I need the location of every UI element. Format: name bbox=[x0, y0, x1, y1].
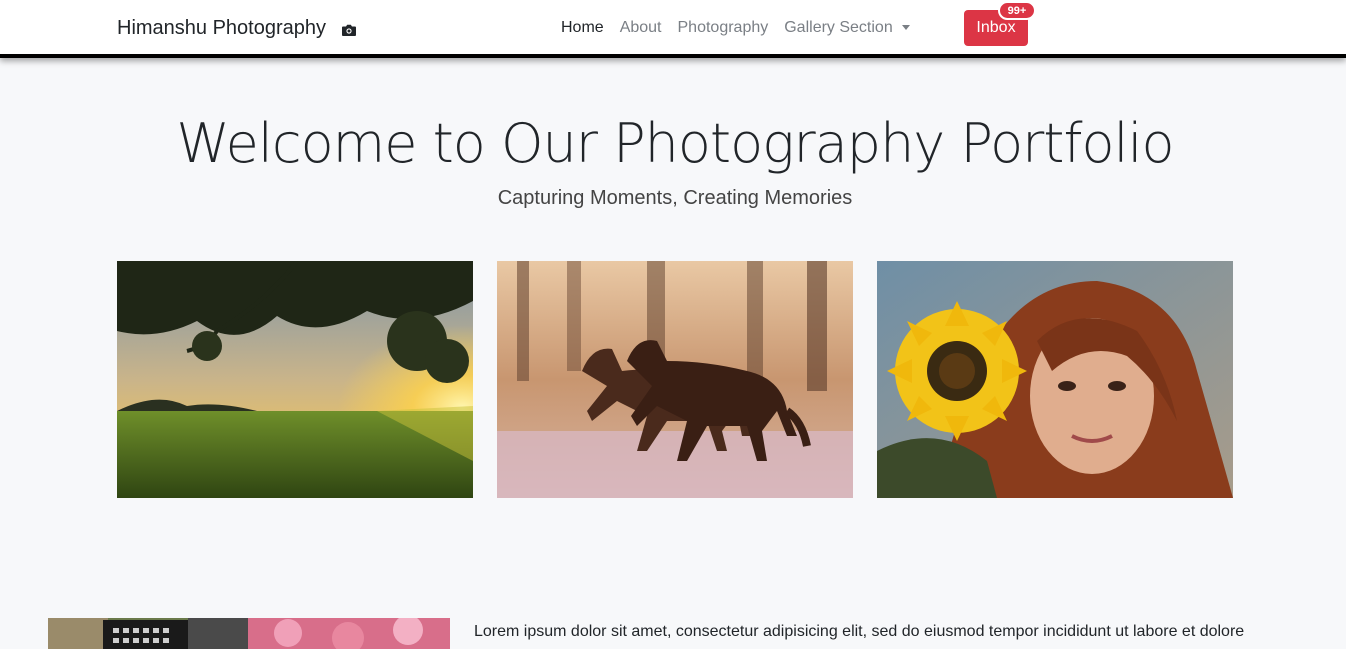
navbar: Himanshu Photography Home About Photogra… bbox=[0, 0, 1346, 58]
sunset-field-image bbox=[117, 261, 473, 498]
gallery-photo-sunset-field[interactable] bbox=[117, 261, 473, 498]
nav-gallery-label: Gallery Section bbox=[784, 19, 893, 36]
gallery-photo-woman-sunflower[interactable] bbox=[877, 261, 1233, 498]
page-subtitle: Capturing Moments, Creating Memories bbox=[497, 187, 853, 209]
inbox-count-badge: 99+ bbox=[998, 1, 1036, 20]
page-title: Welcome to Our Photography Portfolio bbox=[176, 112, 1174, 175]
sunflower-icon bbox=[887, 301, 1027, 441]
nav-gallery-dropdown[interactable]: Gallery Section bbox=[784, 19, 910, 37]
brand[interactable]: Himanshu Photography bbox=[117, 17, 357, 40]
nav-links: Home About Photography Gallery Section bbox=[561, 19, 926, 37]
nav-home[interactable]: Home bbox=[561, 19, 604, 37]
nav-photography[interactable]: Photography bbox=[678, 19, 769, 37]
about-photo bbox=[48, 618, 450, 649]
chevron-down-icon bbox=[901, 25, 910, 31]
nav-about[interactable]: About bbox=[620, 19, 662, 37]
about-image bbox=[48, 618, 450, 649]
horses-image bbox=[497, 261, 853, 498]
brand-name[interactable]: Himanshu Photography bbox=[117, 17, 326, 40]
woman-sunflower-image bbox=[877, 261, 1233, 498]
camera-icon bbox=[341, 21, 357, 37]
about-text: Lorem ipsum dolor sit amet, consectetur … bbox=[474, 623, 1245, 640]
gallery-photo-horses[interactable] bbox=[497, 261, 853, 498]
